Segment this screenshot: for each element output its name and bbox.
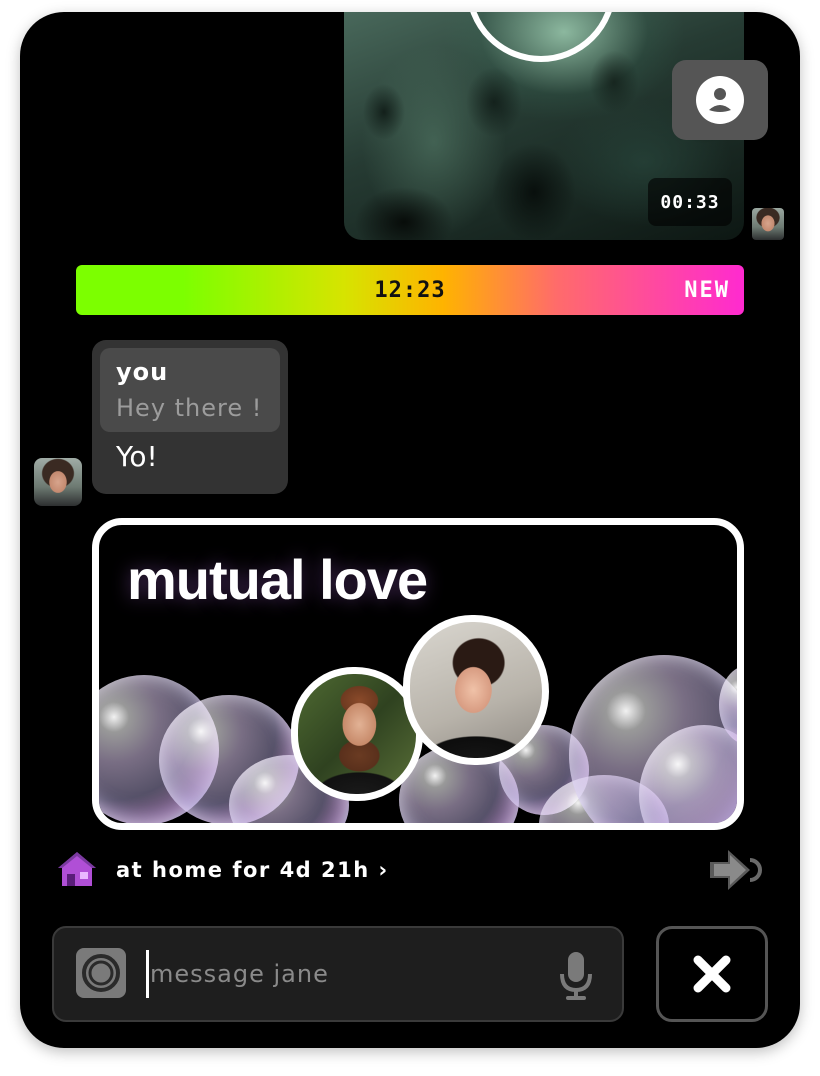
quoted-message[interactable]: you Hey there !	[100, 348, 280, 432]
microphone-icon[interactable]	[558, 950, 594, 1002]
divider-time: 12:23	[374, 277, 446, 303]
message-text: Yo!	[116, 440, 158, 473]
avatar[interactable]	[34, 458, 82, 506]
video-duration: 00:33	[648, 178, 732, 226]
close-icon	[693, 955, 731, 993]
message-bubble[interactable]: you Hey there ! Yo!	[92, 340, 288, 494]
card-title: mutual love	[127, 548, 428, 611]
quote-text: Hey there !	[116, 394, 263, 422]
share-forward-icon[interactable]	[706, 846, 766, 894]
avatar[interactable]	[752, 208, 784, 240]
person-button[interactable]	[672, 60, 768, 140]
text-cursor	[146, 950, 149, 998]
house-icon	[58, 852, 96, 886]
new-badge: NEW	[684, 277, 730, 303]
message-composer	[52, 926, 624, 1022]
person-icon	[696, 76, 744, 124]
mutual-love-card[interactable]: mutual love	[92, 518, 744, 830]
close-button[interactable]	[656, 926, 768, 1022]
camera-icon[interactable]	[76, 948, 126, 998]
quote-author: you	[116, 358, 169, 386]
message-input[interactable]	[150, 956, 530, 992]
time-divider: 12:23 NEW	[76, 265, 744, 315]
status-text[interactable]: at home for 4d 21h ›	[116, 858, 389, 882]
match-photo-woman	[403, 615, 549, 765]
chat-screen: 00:33 12:23 NEW you Hey there ! Yo! mutu…	[20, 12, 800, 1048]
